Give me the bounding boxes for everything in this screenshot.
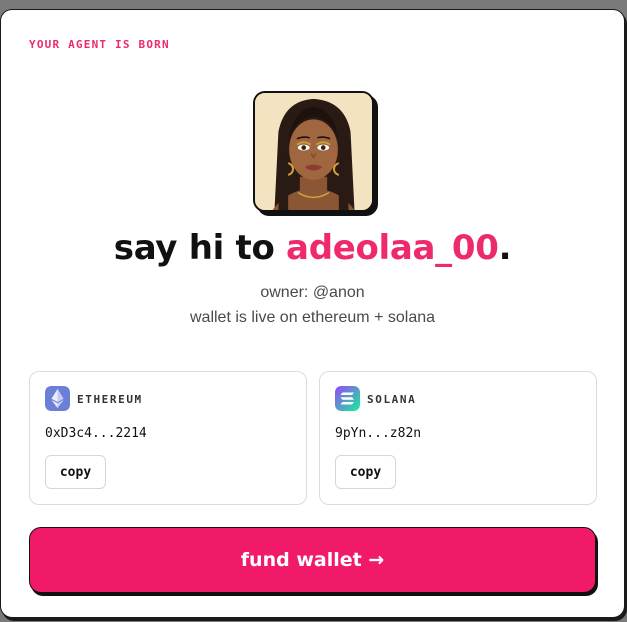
headline-period: . <box>498 228 512 268</box>
solana-icon <box>335 386 360 411</box>
agent-created-card: YOUR AGENT IS BORN say hi to adeolaa_00.… <box>0 9 625 618</box>
greeting-text: say hi to <box>113 228 287 268</box>
solana-wallet-card: SOLANA 9pYn...z82n copy <box>319 371 597 505</box>
eyebrow-label: YOUR AGENT IS BORN <box>29 38 170 51</box>
ethereum-wallet-card: ETHEREUM 0xD3c4...2214 copy <box>29 371 307 505</box>
solana-address: 9pYn...z82n <box>335 426 422 441</box>
agent-avatar <box>253 91 374 212</box>
wallet-status-line: wallet is live on ethereum + solana <box>189 309 436 326</box>
ethereum-icon <box>45 386 70 411</box>
owner-line: owner: @anon <box>260 284 365 301</box>
ethereum-address: 0xD3c4...2214 <box>45 426 147 441</box>
solana-chain-label: SOLANA <box>367 393 417 406</box>
ethereum-chain-label: ETHEREUM <box>77 393 143 406</box>
copy-solana-address-button[interactable]: copy <box>335 455 396 489</box>
copy-ethereum-address-button[interactable]: copy <box>45 455 106 489</box>
agent-headline: say hi to adeolaa_00. <box>1 228 624 268</box>
agent-name: adeolaa_00 <box>286 228 499 268</box>
fund-wallet-button[interactable]: fund wallet → <box>29 527 596 593</box>
